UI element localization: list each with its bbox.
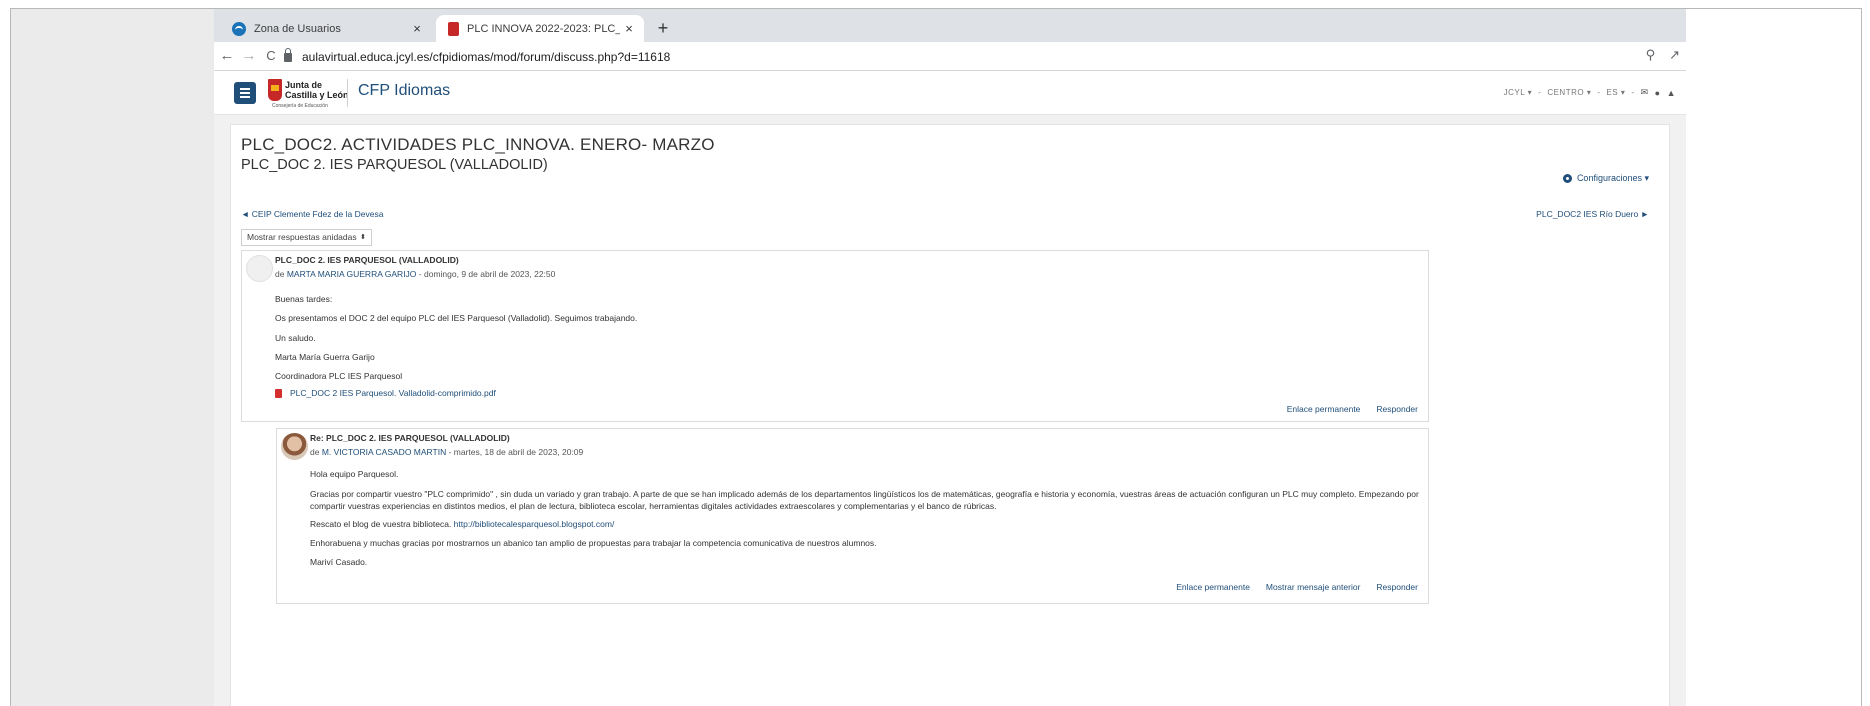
reply-link[interactable]: Responder <box>1376 582 1418 592</box>
site-name[interactable]: CFP Idiomas <box>358 82 450 100</box>
avatar[interactable] <box>246 255 273 282</box>
separator: - <box>1631 88 1635 97</box>
tab-plc-innova[interactable]: PLC INNOVA 2022-2023: PLC_DO × <box>436 15 644 42</box>
tab-title: PLC INNOVA 2022-2023: PLC_DO <box>467 22 620 35</box>
zona-favicon-icon <box>232 21 246 36</box>
post-greeting: Hola equipo Parquesol. <box>310 469 399 479</box>
close-icon[interactable]: × <box>408 21 426 36</box>
by-label: de <box>310 447 320 457</box>
jcyl-favicon-icon <box>448 21 459 36</box>
share-icon[interactable]: ↗ <box>1669 47 1680 63</box>
mail-icon[interactable]: ✉ <box>1641 87 1649 98</box>
header-divider <box>347 79 348 107</box>
post-paragraph: Gracias por compartir vuestro "PLC compr… <box>310 489 1419 511</box>
post-meta: de M. VICTORIA CASADO MARTIN - martes, 1… <box>310 447 583 457</box>
logo-line-1: Junta de <box>285 80 323 90</box>
post-meta: de MARTA MARIA GUERRA GARIJO - domingo, … <box>275 269 555 279</box>
select-caret-icon: ⬍ <box>360 234 366 241</box>
gear-icon <box>1562 174 1572 183</box>
forum-reply: Re: PLC_DOC 2. IES PARQUESOL (VALLADOLID… <box>276 428 1429 604</box>
by-label: de <box>275 269 285 279</box>
address-bar[interactable]: aulavirtual.educa.jcyl.es/cfpidiomas/mod… <box>284 46 1674 67</box>
jcyl-menu[interactable]: JCYL ▾ <box>1504 88 1533 97</box>
post-title: Re: PLC_DOC 2. IES PARQUESOL (VALLADOLID… <box>310 433 510 443</box>
author-link[interactable]: MARTA MARIA GUERRA GARIJO <box>287 269 417 279</box>
browser-window: Zona de Usuarios × PLC INNOVA 2022-2023:… <box>214 9 1686 706</box>
post-signature: Mariví Casado. <box>310 557 368 567</box>
post-line: Coordinadora PLC IES Parquesol <box>275 371 403 381</box>
post-line: Os presentamos el DOC 2 del equipo PLC d… <box>275 313 638 323</box>
close-icon[interactable]: × <box>620 21 638 36</box>
chat-icon[interactable]: ● <box>1655 88 1661 98</box>
author-link[interactable]: M. VICTORIA CASADO MARTIN <box>322 447 446 457</box>
previous-discussion-link[interactable]: ◄ CEIP Clemente Fdez de la Devesa <box>241 209 383 219</box>
post-actions: Enlace permanente Mostrar mensaje anteri… <box>1176 582 1418 592</box>
post-actions: Enlace permanente Responder <box>1287 404 1418 414</box>
zoom-icon[interactable]: ⚲ <box>1646 47 1656 63</box>
post-date: - martes, 18 de abril de 2023, 20:09 <box>448 447 584 457</box>
post-line: Un saludo. <box>275 333 316 343</box>
post-line: Marta María Guerra Garijo <box>275 352 375 362</box>
menu-bar-icon <box>240 88 250 90</box>
forum-post: PLC_DOC 2. IES PARQUESOL (VALLADOLID) de… <box>241 250 1429 422</box>
coat-of-arms-icon <box>268 79 282 101</box>
display-mode-select[interactable]: Mostrar respuestas anidadas ⬍ <box>241 229 372 246</box>
junta-logo[interactable]: Junta de Castilla y León Consejería de E… <box>268 77 349 109</box>
site-header: Junta de Castilla y León Consejería de E… <box>214 71 1686 115</box>
settings-label: Configuraciones ▾ <box>1576 173 1649 183</box>
menu-bar-icon <box>240 92 250 94</box>
logo-line-3: Consejería de Educación <box>272 103 328 109</box>
permalink-link[interactable]: Enlace permanente <box>1176 582 1250 592</box>
url-text: aulavirtual.educa.jcyl.es/cfpidiomas/mod… <box>302 49 671 64</box>
reload-button[interactable]: C <box>262 47 280 65</box>
page-region: PLC_DOC2. ACTIVIDADES PLC_INNOVA. ENERO-… <box>214 115 1686 706</box>
back-button[interactable]: ← <box>218 47 236 65</box>
post-line: Enhorabuena y muchas gracias por mostrar… <box>310 538 877 548</box>
post-date: - domingo, 9 de abril de 2023, 22:50 <box>418 269 556 279</box>
attachment-link[interactable]: PLC_DOC 2 IES Parquesol. Valladolid-comp… <box>275 388 496 398</box>
logo-line-2: Castilla y León <box>285 90 349 100</box>
new-tab-button[interactable]: + <box>652 18 674 40</box>
separator: - <box>1597 88 1601 97</box>
discussion-title: PLC_DOC 2. IES PARQUESOL (VALLADOLID) <box>241 157 548 173</box>
post-line: Buenas tardes: <box>275 294 333 304</box>
centro-menu[interactable]: CENTRO ▾ <box>1547 88 1591 97</box>
page-title: PLC_DOC2. ACTIVIDADES PLC_INNOVA. ENERO-… <box>241 135 715 154</box>
bell-icon[interactable]: ▲ <box>1667 88 1676 98</box>
right-gutter <box>1686 9 1861 706</box>
display-mode-value: Mostrar respuestas anidadas <box>247 232 357 242</box>
menu-bar-icon <box>240 96 250 98</box>
pdf-icon <box>275 388 282 398</box>
lock-icon <box>284 48 292 62</box>
tab-strip: Zona de Usuarios × PLC INNOVA 2022-2023:… <box>214 9 1686 42</box>
blog-link[interactable]: http://bibliotecalesparquesol.blogspot.c… <box>454 519 615 529</box>
post-line: Rescato el blog de vuestra biblioteca. h… <box>310 519 614 529</box>
tab-title: Zona de Usuarios <box>254 22 341 35</box>
reply-link[interactable]: Responder <box>1376 404 1418 414</box>
navigation-bar: ← → C aulavirtual.educa.jcyl.es/cfpidiom… <box>214 42 1686 71</box>
rescue-text: Rescato el blog de vuestra biblioteca. <box>310 519 452 529</box>
language-menu[interactable]: ES ▾ <box>1607 88 1626 97</box>
settings-menu[interactable]: Configuraciones ▾ <box>1562 173 1649 184</box>
attachment-name: PLC_DOC 2 IES Parquesol. Valladolid-comp… <box>290 388 496 398</box>
next-discussion-link[interactable]: PLC_DOC2 IES Río Duero ► <box>1536 209 1649 219</box>
permalink-link[interactable]: Enlace permanente <box>1287 404 1361 414</box>
menu-toggle-button[interactable] <box>234 82 256 104</box>
user-navigation: JCYL ▾ - CENTRO ▾ - ES ▾ - ✉ ● ▲ <box>1504 87 1676 98</box>
show-parent-link[interactable]: Mostrar mensaje anterior <box>1266 582 1360 592</box>
tab-zona-usuarios[interactable]: Zona de Usuarios × <box>220 15 432 42</box>
avatar[interactable] <box>281 433 308 460</box>
post-title: PLC_DOC 2. IES PARQUESOL (VALLADOLID) <box>275 255 459 265</box>
address-bar-icons: ⚲ ↗ <box>1646 47 1680 63</box>
left-gutter <box>11 9 214 706</box>
forward-button[interactable]: → <box>240 47 258 65</box>
separator: - <box>1538 88 1542 97</box>
content-card: PLC_DOC2. ACTIVIDADES PLC_INNOVA. ENERO-… <box>230 124 1670 706</box>
